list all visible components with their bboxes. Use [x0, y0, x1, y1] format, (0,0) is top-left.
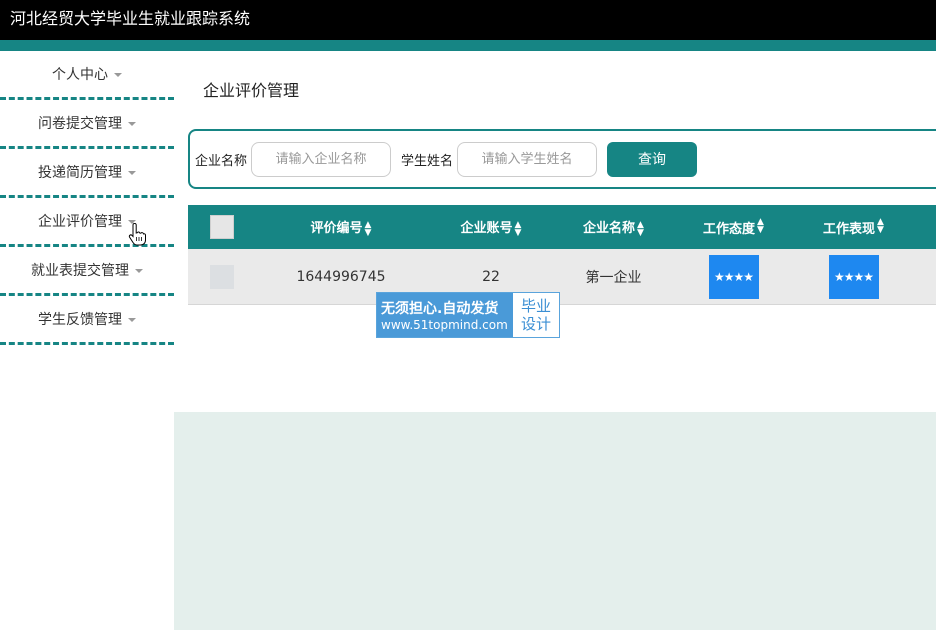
page-title: 企业评价管理 — [203, 81, 300, 100]
company-name-input[interactable] — [251, 141, 392, 177]
watermark-text-1: 毕业 — [520, 297, 551, 315]
watermark-url: www.51topmind.com — [381, 318, 508, 332]
sidebar-item-company-evaluation[interactable]: 企业评价管理 — [0, 198, 174, 247]
sidebar-item-label: 问卷提交管理 — [38, 116, 122, 132]
sidebar-item-employment-form[interactable]: 就业表提交管理 — [0, 247, 174, 296]
caret-down-icon — [114, 73, 122, 77]
column-header-company-name[interactable]: 企业名称 ▲ ▼ — [556, 217, 671, 237]
content-background-panel — [174, 412, 936, 630]
column-header-attitude[interactable]: 工作态度 ▲ ▼ — [671, 216, 796, 237]
search-panel: 企业名称 学生姓名 查询 — [188, 129, 936, 189]
sort-icon: ▲ ▼ — [637, 219, 644, 238]
column-header-account[interactable]: 企业账号 ▲ ▼ — [426, 217, 556, 237]
sidebar-item-student-feedback[interactable]: 学生反馈管理 — [0, 296, 174, 345]
watermark-badge: 无须担心.自动发货 www.51topmind.com 毕业 设计 — [376, 292, 560, 338]
table-header: 评价编号 ▲ ▼ 企业账号 ▲ ▼ 企业名称 ▲ ▼ 工作态度 ▲ ▼ 工作表现 ▲ ▼ — [188, 205, 936, 249]
column-header-label: 企业账号 — [460, 221, 513, 237]
sidebar-item-label: 企业评价管理 — [38, 214, 122, 230]
sidebar: 个人中心 问卷提交管理 投递简历管理 企业评价管理 就业表提交管理 学生反馈管理 — [0, 51, 174, 345]
query-button[interactable]: 查询 — [607, 141, 698, 177]
watermark-slogan: 无须担心.自动发货 — [381, 301, 499, 317]
watermark-right: 毕业 设计 — [513, 293, 559, 337]
sidebar-item-label: 投递简历管理 — [38, 165, 122, 181]
cell-evaluation-id: 1644996745 — [296, 268, 386, 285]
header-checkbox-cell — [188, 215, 256, 239]
sort-icon: ▲ ▼ — [757, 216, 764, 235]
table-row[interactable]: 1644996745 22 第一企业 ★★★★ ★★★★ — [188, 249, 936, 305]
student-name-input[interactable] — [457, 141, 598, 177]
sort-icon: ▲ ▼ — [514, 219, 522, 238]
column-header-performance[interactable]: 工作表现 ▲ ▼ — [796, 216, 911, 237]
caret-down-icon — [135, 269, 143, 273]
watermark-text-2: 设计 — [520, 315, 551, 333]
row-checkbox-cell — [188, 264, 256, 289]
caret-down-icon — [128, 171, 136, 175]
sidebar-item-questionnaire[interactable]: 问卷提交管理 — [0, 100, 174, 149]
column-header-label: 评价编号 — [310, 221, 363, 237]
cell-performance: ★★★★ — [796, 254, 911, 299]
app-header: 河北经贸大学毕业生就业跟踪系统 — [0, 0, 936, 40]
column-header-label: 工作态度 — [703, 221, 756, 237]
caret-down-icon — [128, 122, 136, 126]
column-header-id[interactable]: 评价编号 ▲ ▼ — [256, 217, 426, 237]
sort-icon: ▲ ▼ — [364, 219, 372, 238]
sidebar-item-label: 就业表提交管理 — [31, 263, 129, 279]
star-rating-attitude: ★★★★ — [708, 254, 759, 299]
hand-cursor-icon — [128, 223, 146, 246]
sidebar-item-label: 个人中心 — [52, 67, 108, 83]
sidebar-item-resume[interactable]: 投递简历管理 — [0, 149, 174, 198]
select-all-checkbox[interactable] — [210, 215, 234, 239]
cell-company-account: 22 — [482, 268, 500, 285]
company-name-label: 企业名称 — [195, 153, 248, 169]
evaluation-table: 评价编号 ▲ ▼ 企业账号 ▲ ▼ 企业名称 ▲ ▼ 工作态度 ▲ ▼ 工作表现 ▲ ▼ 16449… — [188, 205, 936, 305]
row-checkbox[interactable] — [210, 264, 234, 289]
student-name-label: 学生姓名 — [401, 153, 454, 169]
column-header-label: 工作表现 — [823, 221, 876, 237]
watermark-left: 无须担心.自动发货 www.51topmind.com — [377, 293, 513, 337]
star-rating-performance: ★★★★ — [828, 254, 879, 299]
sort-icon: ▲ ▼ — [877, 216, 884, 235]
sidebar-item-label: 学生反馈管理 — [38, 312, 122, 328]
caret-down-icon — [128, 318, 136, 322]
cell-attitude: ★★★★ — [671, 254, 796, 299]
column-header-label: 企业名称 — [583, 221, 636, 237]
header-accent-bar — [0, 40, 936, 51]
sidebar-item-personal-center[interactable]: 个人中心 — [0, 51, 174, 100]
app-title: 河北经贸大学毕业生就业跟踪系统 — [10, 9, 251, 28]
cell-company-name: 第一企业 — [585, 269, 642, 286]
